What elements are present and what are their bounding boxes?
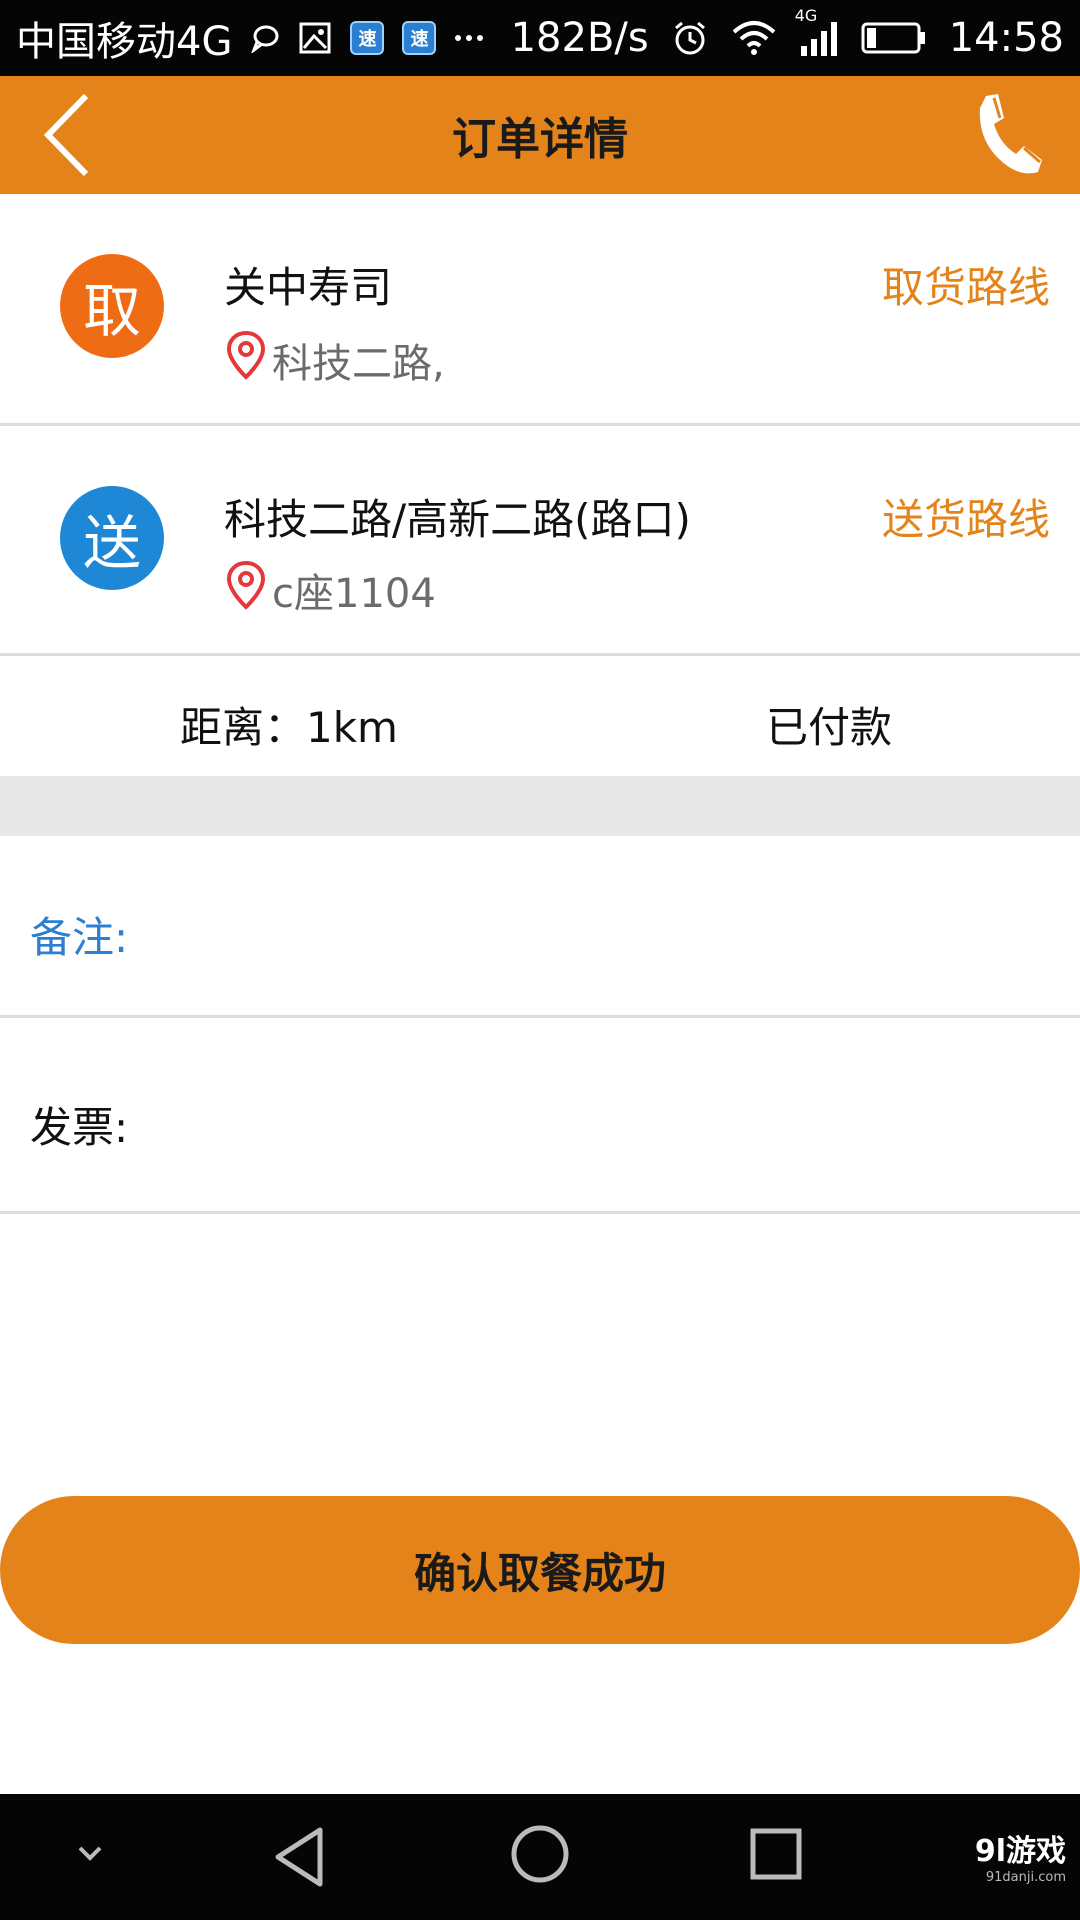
alarm-icon bbox=[671, 19, 709, 57]
pickup-route-link[interactable]: 取货路线 bbox=[882, 254, 1050, 315]
section-divider bbox=[0, 776, 1080, 836]
app-notification-icon: 速 bbox=[350, 21, 385, 55]
delivery-name: 科技二路/高新二路(路口) bbox=[224, 495, 691, 544]
circle-home-icon bbox=[511, 1825, 569, 1883]
triangle-back-icon bbox=[275, 1827, 323, 1887]
invoice-label: 发票: bbox=[30, 1103, 129, 1152]
pickup-name: 关中寿司 bbox=[224, 263, 393, 312]
invoice-field: 发票: bbox=[0, 1018, 1080, 1214]
delivery-route-link[interactable]: 送货路线 bbox=[882, 486, 1050, 547]
watermark-brand: 9l游戏 bbox=[974, 1834, 1066, 1869]
image-icon bbox=[298, 21, 332, 55]
location-pin-icon bbox=[226, 330, 266, 390]
battery-icon bbox=[861, 21, 927, 55]
delivery-badge: 送 bbox=[60, 486, 164, 590]
system-nav-bar bbox=[0, 1794, 1080, 1920]
app-notification-icon-2: 速 bbox=[402, 21, 437, 55]
order-summary: 距离：1km 已付款 bbox=[0, 656, 1080, 776]
pickup-section: 取 关中寿司 科技二路, 取货路线 bbox=[0, 194, 1080, 426]
chevron-left-icon bbox=[43, 93, 89, 177]
call-button[interactable] bbox=[958, 88, 1050, 180]
page-title: 订单详情 bbox=[452, 114, 628, 165]
back-button[interactable] bbox=[36, 90, 126, 180]
chevron-down-icon bbox=[78, 1846, 102, 1861]
nav-home-button[interactable] bbox=[508, 1822, 572, 1890]
watermark: 9l游戏 91danji.com bbox=[975, 1826, 1066, 1885]
watermark-site: 91danji.com bbox=[985, 1870, 1066, 1885]
delivery-section: 送 科技二路/高新二路(路口) c座1104 送货路线 bbox=[0, 426, 1080, 656]
status-bar: 中国移动4G 速 速 182B/s 4G 14:58 bbox=[0, 0, 1080, 76]
pickup-address-line: 科技二路, bbox=[226, 330, 445, 390]
phone-icon bbox=[979, 94, 1042, 174]
nav-back-button[interactable] bbox=[270, 1822, 330, 1896]
square-recents-icon bbox=[750, 1828, 802, 1880]
wifi-icon bbox=[731, 20, 777, 56]
delivery-address-line: c座1104 bbox=[226, 560, 436, 620]
nav-recents-button[interactable] bbox=[748, 1826, 804, 1886]
delivery-address: c座1104 bbox=[272, 571, 436, 617]
carrier-label: 中国移动4G bbox=[16, 19, 233, 65]
remark-field: 备注: bbox=[0, 836, 1080, 1018]
location-pin-icon bbox=[226, 560, 266, 620]
remark-label: 备注: bbox=[30, 913, 129, 962]
app-header: 订单详情 bbox=[0, 76, 1080, 194]
more-notifications-icon bbox=[454, 33, 484, 43]
payment-status: 已付款 bbox=[766, 703, 893, 752]
network-type-label: 4G bbox=[794, 6, 818, 25]
pickup-address: 科技二路, bbox=[272, 341, 445, 387]
pickup-badge: 取 bbox=[60, 254, 164, 358]
chat-bubble-icon bbox=[250, 23, 280, 53]
confirm-pickup-button[interactable]: 确认取餐成功 bbox=[0, 1496, 1080, 1644]
distance-label: 距离：1km bbox=[180, 703, 398, 752]
cellular-signal-icon: 4G bbox=[795, 6, 839, 56]
clock: 14:58 bbox=[948, 15, 1064, 61]
net-speed: 182B/s bbox=[510, 15, 649, 61]
nav-hide-button[interactable] bbox=[70, 1838, 110, 1872]
